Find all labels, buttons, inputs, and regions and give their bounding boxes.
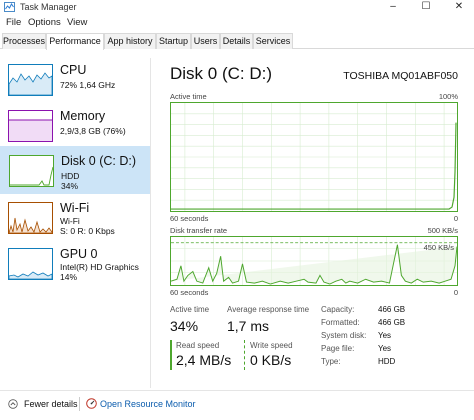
page-file-value: Yes — [378, 344, 392, 353]
active-time-graph-min: 0 — [453, 214, 458, 223]
tab-bar: Processes Performance App history Startu… — [0, 33, 474, 50]
type-key: Type: — [321, 357, 341, 366]
memory-graph-icon — [8, 110, 53, 142]
cpu-graph-icon — [8, 64, 53, 96]
write-speed-value: 0 KB/s — [250, 352, 292, 368]
transfer-rate-graph-xlabel: 60 seconds — [170, 288, 209, 297]
sidebar-item-wifi[interactable]: Wi-Fi Wi-Fi S: 0 R: 0 Kbps — [0, 194, 150, 242]
sidebar-item-gpu[interactable]: GPU 0 Intel(R) HD Graphics 14% — [0, 240, 150, 288]
write-speed-label: Write speed — [250, 341, 293, 350]
chevron-up-circle-icon[interactable] — [8, 399, 18, 409]
avg-response-value: 1,7 ms — [227, 318, 270, 334]
window-title: Task Manager — [20, 2, 77, 12]
type-value: HDD — [378, 357, 396, 366]
sidebar-wifi-adapter: Wi-Fi — [60, 216, 80, 226]
menu-bar: File Options View — [0, 15, 474, 31]
sidebar-wifi-name: Wi-Fi — [60, 201, 90, 215]
capacity-value: 466 GB — [378, 305, 406, 314]
formatted-key: Formatted: — [321, 318, 360, 327]
sidebar-item-disk[interactable]: Disk 0 (C: D:) HDD 34% — [0, 146, 150, 194]
title-bar: Task Manager – ☐ ✕ — [0, 0, 474, 15]
sidebar-gpu-name: GPU 0 — [60, 247, 98, 261]
sidebar-disk-name: Disk 0 (C: D:) — [61, 154, 136, 168]
sidebar-divider — [150, 58, 151, 388]
disk-graph-icon — [9, 155, 54, 187]
read-speed-value: 2,4 MB/s — [176, 352, 232, 368]
disk-model: TOSHIBA MQ01ABF050 — [343, 70, 458, 82]
tab-users[interactable]: Users — [191, 33, 220, 49]
read-speed-label: Read speed — [176, 341, 220, 350]
active-time-graph-max: 100% — [438, 92, 458, 101]
menu-options[interactable]: Options — [28, 17, 61, 28]
tab-services[interactable]: Services — [253, 33, 293, 49]
capacity-key: Capacity: — [321, 305, 355, 314]
tab-performance[interactable]: Performance — [46, 33, 104, 50]
active-time-value: 34% — [170, 318, 199, 334]
transfer-rate-graph-max: 500 KB/s — [427, 226, 458, 235]
footer-bar: Fewer details Open Resource Monitor — [0, 390, 474, 420]
sidebar-wifi-throughput: S: 0 R: 0 Kbps — [60, 226, 115, 236]
system-disk-key: System disk: — [321, 331, 367, 340]
sidebar-item-memory[interactable]: Memory 2,9/3,8 GB (76%) — [0, 102, 150, 150]
tab-app-history[interactable]: App history — [104, 33, 156, 49]
transfer-rate-graph-label: Disk transfer rate — [170, 226, 228, 235]
performance-sidebar: CPU 72% 1,64 GHz Memory 2,9/3,8 GB (76%)… — [0, 50, 150, 390]
transfer-rate-graph — [170, 236, 458, 286]
formatted-value: 466 GB — [378, 318, 406, 327]
close-button[interactable]: ✕ — [448, 0, 470, 15]
page-title: Disk 0 (C: D:) — [170, 64, 272, 83]
wifi-graph-icon — [8, 202, 53, 234]
resource-monitor-icon[interactable] — [86, 398, 97, 409]
write-speed-bar — [244, 340, 246, 370]
sidebar-disk-usage: 34% — [61, 181, 79, 191]
transfer-rate-graph-mid: 450 KB/s — [423, 243, 454, 252]
task-manager-app-icon — [4, 2, 15, 12]
footer-separator — [79, 397, 80, 411]
sidebar-memory-name: Memory — [60, 109, 106, 123]
fewer-details-button[interactable]: Fewer details — [24, 399, 78, 409]
read-speed-bar — [170, 340, 172, 370]
active-time-graph-xlabel: 60 seconds — [170, 214, 209, 223]
sidebar-gpu-model: Intel(R) HD Graphics — [60, 262, 139, 272]
sidebar-cpu-usage: 72% 1,64 GHz — [60, 80, 116, 90]
sidebar-item-cpu[interactable]: CPU 72% 1,64 GHz — [0, 56, 150, 104]
sidebar-memory-usage: 2,9/3,8 GB (76%) — [60, 126, 126, 136]
menu-file[interactable]: File — [6, 17, 21, 28]
tab-processes[interactable]: Processes — [2, 33, 46, 49]
active-time-graph — [170, 102, 458, 212]
system-disk-value: Yes — [378, 331, 392, 340]
active-time-graph-label: Active time — [170, 92, 207, 101]
avg-response-label: Average response time — [227, 305, 310, 314]
disk-detail-panel: Disk 0 (C: D:) TOSHIBA MQ01ABF050 Active… — [160, 50, 466, 390]
page-file-key: Page file: — [321, 344, 355, 353]
gpu-graph-icon — [8, 248, 53, 280]
active-time-label: Active time — [170, 305, 210, 314]
open-resource-monitor-link[interactable]: Open Resource Monitor — [100, 399, 196, 409]
tab-startup[interactable]: Startup — [156, 33, 191, 49]
sidebar-gpu-usage: 14% — [60, 272, 78, 282]
tab-details[interactable]: Details — [220, 33, 253, 49]
maximize-button[interactable]: ☐ — [415, 0, 437, 15]
sidebar-disk-type: HDD — [61, 171, 80, 181]
sidebar-cpu-name: CPU — [60, 63, 87, 77]
menu-view[interactable]: View — [67, 17, 87, 28]
minimize-button[interactable]: – — [382, 0, 404, 15]
transfer-rate-graph-min: 0 — [453, 288, 458, 297]
